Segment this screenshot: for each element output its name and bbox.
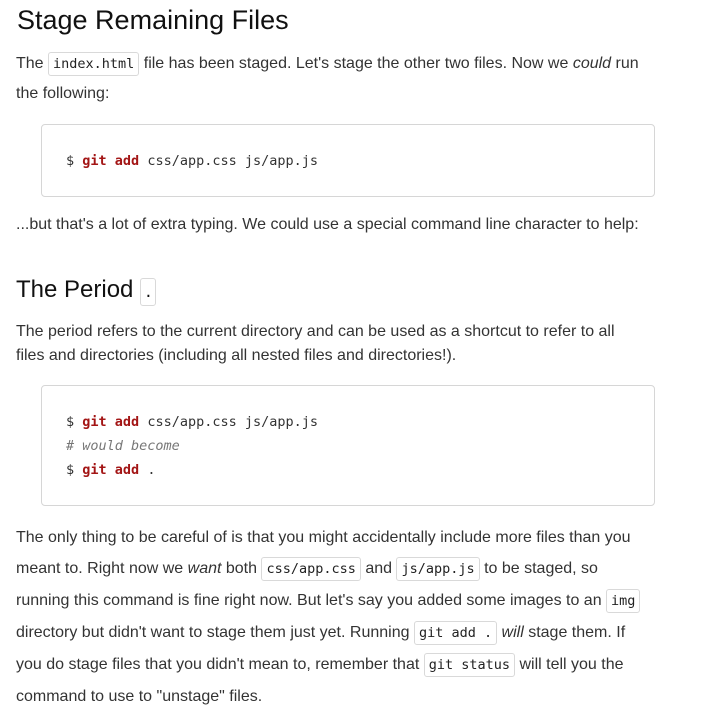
page-content: Stage Remaining Files The index.html fil…	[0, 3, 686, 712]
paragraph-period-explanation: The period refers to the current directo…	[16, 320, 686, 368]
text: The	[16, 55, 49, 72]
code-line: $ git add css/app.css js/app.js	[66, 410, 654, 434]
text: meant to. Right now we	[16, 560, 188, 577]
text: will tell you the	[515, 656, 624, 673]
code-command: git add	[82, 414, 140, 430]
text: stage them. If	[523, 624, 626, 641]
text: directory but didn't want to stage them …	[16, 624, 414, 641]
code-args: css/app.css js/app.js	[139, 153, 318, 169]
code-img: img	[606, 589, 641, 613]
code-prompt: $	[66, 414, 75, 430]
code-block-period-example: $ git add css/app.css js/app.js # would …	[41, 385, 655, 506]
emphasis-will: will	[501, 624, 524, 641]
paragraph-extra-typing: ...but that's a lot of extra typing. We …	[16, 216, 639, 233]
text: both	[221, 560, 262, 577]
text: to be staged, so	[479, 560, 598, 577]
code-block-git-add-files: $ git add css/app.css js/app.js	[41, 124, 655, 197]
emphasis-want: want	[187, 560, 222, 577]
code-index-html: index.html	[48, 52, 140, 76]
text: and	[360, 560, 397, 577]
code-args: css/app.css js/app.js	[139, 414, 318, 430]
code-git-add-period: git add .	[413, 621, 498, 645]
text: The only thing to be careful of is that …	[16, 529, 631, 546]
code-git-status: git status	[423, 653, 516, 677]
text: files and directories (including all nes…	[16, 347, 457, 364]
emphasis-could: could	[572, 55, 612, 72]
code-prompt: $	[66, 462, 75, 478]
text: running this command is fine right now. …	[16, 592, 607, 609]
heading-the-period: The Period.	[16, 274, 686, 306]
text: command to use to "unstage" files.	[16, 688, 263, 705]
paragraph-careful: The only thing to be careful of is that …	[16, 522, 686, 712]
code-js-app-js: js/app.js	[396, 557, 480, 581]
text: file has been staged. Let's stage the ot…	[139, 55, 573, 72]
code-line: $ git add .	[66, 458, 654, 482]
heading-stage-remaining-files: Stage Remaining Files	[17, 5, 289, 35]
text: run	[611, 55, 639, 72]
period-code-badge: .	[140, 278, 157, 306]
text: The period refers to the current directo…	[16, 323, 615, 340]
code-command: git add	[82, 153, 140, 169]
code-comment: # would become	[66, 438, 180, 454]
code-args: .	[139, 462, 156, 478]
code-css-app-css: css/app.css	[261, 557, 361, 581]
code-command: git add	[82, 462, 140, 478]
text: the following:	[16, 85, 110, 102]
paragraph-intro: The index.html file has been staged. Let…	[16, 49, 686, 108]
code-prompt: $	[66, 153, 75, 169]
heading-text: The Period	[16, 276, 134, 303]
text: you do stage files that you didn't mean …	[16, 656, 424, 673]
code-line: $ git add css/app.css js/app.js	[66, 149, 654, 173]
